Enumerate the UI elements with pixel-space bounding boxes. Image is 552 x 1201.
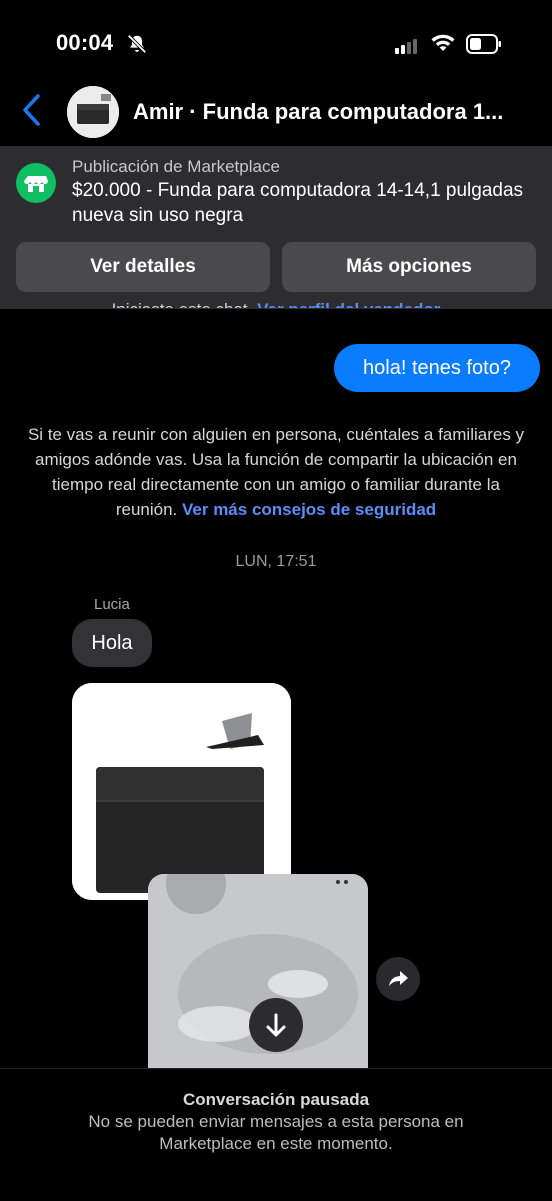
store-icon	[16, 163, 56, 203]
more-options-button[interactable]: Más opciones	[282, 242, 536, 292]
sender-name: Lucia	[94, 596, 130, 613]
cellular-signal-icon	[395, 36, 419, 54]
view-seller-profile-link[interactable]: Ver perfil del vendedor	[257, 300, 440, 308]
bell-muted-icon	[127, 34, 147, 54]
outgoing-message[interactable]: hola! tenes foto?	[334, 344, 540, 392]
chat-start-text: Iniciaste este chat.	[111, 300, 253, 319]
wifi-icon	[431, 34, 455, 51]
view-details-button[interactable]: Ver detalles	[16, 242, 270, 292]
marketplace-label: Publicación de Marketplace	[72, 157, 280, 176]
incoming-message[interactable]: Hola	[72, 619, 152, 667]
safety-tips-link[interactable]: Ver más consejos de seguridad	[182, 500, 436, 519]
conversation-title[interactable]: Amir · Funda para computadora 1...	[133, 99, 533, 125]
back-chevron-icon[interactable]	[20, 93, 44, 127]
message-timestamp: LUN, 17:51	[235, 553, 317, 570]
product-thumbnail-icon	[67, 86, 119, 138]
share-icon[interactable]	[376, 957, 420, 1001]
paused-title: Conversación pausada	[182, 1090, 370, 1109]
status-time: 00:04	[56, 30, 114, 55]
battery-icon	[466, 34, 501, 54]
chat-start-notice: Iniciaste este chat. Ver perfil del vend…	[0, 300, 552, 319]
safety-notice: Si te vas a reunir con alguien en person…	[24, 422, 528, 522]
listing-title[interactable]: $20.000 - Funda para computadora 14-14,1…	[72, 178, 542, 228]
paused-description: No se pueden enviar mensajes a esta pers…	[88, 1112, 464, 1153]
product-photo-1[interactable]	[72, 683, 291, 900]
scroll-down-icon[interactable]	[249, 998, 303, 1052]
avatar[interactable]	[67, 86, 119, 138]
laptop-sleeve-image	[72, 683, 291, 900]
